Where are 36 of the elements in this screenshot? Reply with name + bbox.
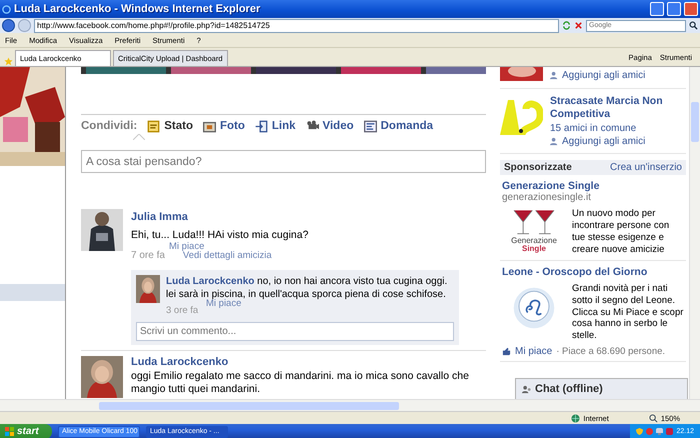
ad-text: Grandi novità per i nati sotto il segno del Leone. Clicca su Mi Piace e scopr cosa hanno in serbo le stelle. (572, 282, 684, 342)
post-text: Ehi, tu... Luda!!! HAi visto mia cugina? (131, 228, 310, 242)
share-label: Condividi: (81, 120, 138, 132)
share-option[interactable]: Stato (147, 120, 193, 132)
mutual-friends-link[interactable]: 15 amici in comune (550, 123, 686, 134)
add-friend-link[interactable]: Aggiungi agli amici (550, 136, 686, 148)
post-time: 7 ore fa (131, 250, 165, 262)
like-link[interactable]: Mi piace (515, 346, 552, 358)
like-count: · Piace a 68.690 persone. (556, 346, 666, 358)
share-option[interactable]: Link (254, 120, 296, 132)
chat-bar[interactable]: Chat (offline) (515, 378, 688, 399)
create-ad-link[interactable]: Crea un'inserzio (610, 162, 682, 174)
logo-text: Generazione (511, 237, 557, 246)
comment-time: 3 ore fa (166, 305, 198, 316)
status-field[interactable]: A cosa stai pensando? (81, 150, 486, 173)
like-link[interactable]: Mi piace (169, 241, 204, 252)
post-text: oggi Emilio regalato me sacco di mandarini. ma io mica sono cavallo che mangio tutti quei mandarini. (131, 370, 470, 396)
start-button[interactable]: start (0, 424, 52, 438)
friendship-link[interactable]: Vedi dettagli amicizia (182, 250, 272, 262)
comment-text: Luda Larockcenko no, io non hai ancora visto tua cugina oggi. lei sarà in piscina, in quell'acqua sporca piena di cose schifose. (166, 275, 448, 300)
share-option[interactable]: Domanda (364, 120, 434, 132)
address-field[interactable]: http://www.facebook.com/home.php#!/profile.php?id=1482514725 (34, 18, 559, 32)
share-option[interactable]: Foto (202, 120, 245, 132)
share-option[interactable]: Video (306, 120, 354, 132)
author-link[interactable]: Luda Larockcenko (131, 356, 486, 368)
section-title: Sponsorizzate (504, 162, 572, 174)
comment-field[interactable]: Scrivi un commento... (136, 322, 454, 342)
author-link[interactable]: Julia Imma (131, 211, 486, 223)
ad-title[interactable]: Generazione Single (502, 180, 684, 192)
window-title: Luda Larockcenko - Windows Internet Explorer (14, 3, 262, 15)
ad-domain: generazionesingle.it (502, 192, 592, 204)
add-friend-link[interactable]: Aggiungi agli amici (550, 70, 646, 81)
ad-title[interactable]: Leone - Oroscopo del Giorno (502, 266, 684, 278)
logo-text: Single (522, 245, 546, 254)
ad-text: Un nuovo modo per incontrare persone con tue stesse esigenze e creare nuove amicizie (572, 207, 670, 256)
suggestion-name[interactable]: Stracasate Marcia Non Competitiva (550, 95, 686, 122)
